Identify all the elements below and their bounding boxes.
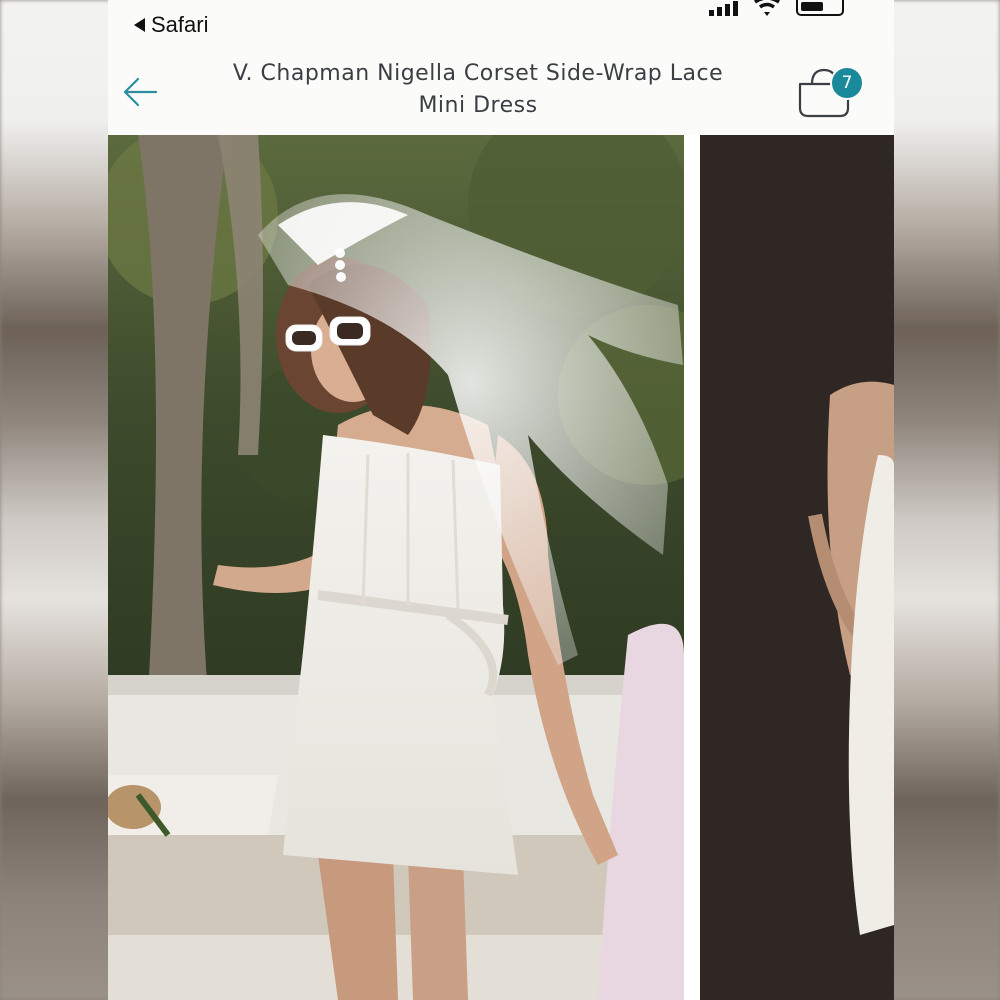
navigation-bar: V. Chapman Nigella Corset Side-Wrap Lace… xyxy=(108,50,894,135)
wifi-icon xyxy=(754,0,780,16)
product-image-gallery[interactable] xyxy=(108,135,894,1000)
cellular-signal-icon xyxy=(709,0,738,16)
back-app-label: Safari xyxy=(151,12,209,37)
phone-screen: Safari V. Chapman Nigella Corset Side-Wr… xyxy=(108,0,894,1000)
product-photo-main[interactable] xyxy=(108,135,684,1000)
product-photo-side-view-icon xyxy=(700,135,894,1000)
back-triangle-icon xyxy=(134,18,145,32)
status-icons xyxy=(709,0,844,16)
product-photo-model-veil-icon xyxy=(108,135,684,1000)
product-photo-next[interactable] xyxy=(700,135,894,1000)
status-bar: Safari xyxy=(108,0,894,50)
product-title: V. Chapman Nigella Corset Side-Wrap Lace… xyxy=(232,61,724,118)
cart-count-badge: 7 xyxy=(830,66,864,100)
battery-icon xyxy=(796,0,844,16)
back-to-safari-link[interactable]: Safari xyxy=(134,12,208,38)
back-arrow-icon[interactable] xyxy=(122,74,158,110)
